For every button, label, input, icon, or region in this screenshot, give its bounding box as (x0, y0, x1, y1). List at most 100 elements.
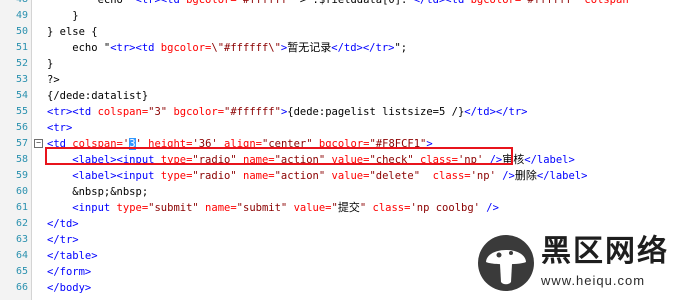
code-token: \"#ffffff\" (211, 42, 281, 54)
code-token: bgcolor= (160, 42, 212, 54)
code-line[interactable]: 48 echo '<tr><td bgcolor="#ffffff" >'.$f… (0, 0, 693, 8)
code-text: </td> (47, 216, 79, 232)
highlight-annotation-box (45, 147, 513, 165)
code-token: 删除 (514, 169, 537, 182)
code-text: </tr> (47, 232, 79, 248)
code-token: bgcolor= (470, 0, 522, 6)
code-token: } else { (47, 26, 98, 38)
code-token: <label><input (47, 170, 161, 182)
code-token: 提交 (337, 201, 360, 214)
line-number: 66 (15, 282, 28, 293)
code-line[interactable]: 60 &nbsp;&nbsp; (0, 184, 693, 200)
code-line[interactable]: 52} (0, 56, 693, 72)
code-text: } (47, 8, 79, 24)
code-text: </form> (47, 264, 91, 280)
line-number: 60 (15, 186, 28, 197)
line-number: 57 (15, 138, 28, 149)
code-token: echo " (47, 42, 111, 54)
line-number: 53 (15, 74, 28, 85)
code-token: type= (160, 170, 193, 182)
code-token: name= (236, 170, 275, 182)
code-token: } (47, 10, 79, 22)
line-number: 55 (15, 106, 28, 117)
code-line[interactable]: 50} else { (0, 24, 693, 40)
code-token: </form> (47, 266, 92, 278)
code-token: </td> (47, 218, 79, 230)
line-number: 56 (15, 122, 28, 133)
code-token: "#ffffff" (521, 0, 579, 6)
mushroom-logo-icon (478, 235, 534, 291)
code-token: "#ffffff" (236, 0, 294, 6)
code-line[interactable]: 59 <label><input type="radio" name="acti… (0, 168, 693, 184)
code-token: colspan (578, 0, 629, 6)
code-token: "; (394, 42, 408, 54)
code-token: </body> (47, 282, 92, 294)
code-line[interactable]: 55 <tr><td colspan="3" bgcolor="#ffffff">… (0, 104, 693, 120)
code-token: </table> (47, 250, 98, 262)
code-token: class= (420, 170, 471, 182)
code-token: "radio" (192, 170, 237, 182)
code-token: 'np coolbg' (410, 202, 480, 214)
code-token: "submit" (148, 202, 199, 214)
code-text: echo "<tr><td bgcolor=\"#ffffff\">暂无记录</… (47, 40, 407, 56)
code-text: ?> (47, 72, 60, 88)
watermark-title: 黑区网络 (541, 234, 669, 269)
line-number: 62 (15, 218, 28, 229)
code-line[interactable]: 53 ?> (0, 72, 693, 88)
line-number: 58 (15, 154, 28, 165)
line-number: 52 (15, 58, 28, 69)
line-number: 48 (0, 0, 28, 8)
code-token: /> (479, 202, 499, 214)
code-token: value= (287, 202, 332, 214)
code-line[interactable]: 49 } (0, 8, 693, 24)
code-token: >'.$fielddata[0].' (293, 0, 414, 6)
line-number: 64 (15, 250, 28, 261)
code-text: } else { (47, 24, 98, 40)
line-number: 51 (15, 42, 28, 53)
line-number: 65 (15, 266, 28, 277)
line-number: 59 (15, 170, 28, 181)
code-token: &nbsp;&nbsp; (47, 186, 149, 198)
line-number: 49 (15, 10, 28, 21)
code-token: </tr> (47, 234, 79, 246)
code-line[interactable]: 56 <tr> (0, 120, 693, 136)
code-token: /> (495, 170, 515, 182)
code-token: "submit" (236, 202, 288, 214)
line-number: 63 (15, 234, 28, 245)
code-text: </table> (47, 248, 98, 264)
code-text: } (47, 56, 53, 72)
code-token: </td></tr> (464, 106, 528, 118)
site-watermark: 黑区网络 www.heiqu.com (477, 232, 687, 296)
code-token: type= (116, 202, 149, 214)
code-token: 'np' (470, 170, 496, 182)
code-token: </label> (536, 170, 588, 182)
code-text: </body> (47, 280, 91, 296)
line-number: 61 (15, 202, 28, 213)
code-line[interactable]: 54 {/dede:datalist} (0, 88, 693, 104)
code-token: value= (325, 170, 370, 182)
code-text: {/dede:datalist} (47, 88, 148, 104)
code-token: 暂无记录 (287, 41, 332, 54)
code-token: "#ffffff" (224, 106, 281, 118)
code-token: ?> (47, 74, 60, 86)
code-token: colspan= (97, 106, 149, 118)
code-text: <tr> (47, 120, 72, 136)
code-line[interactable]: 51 echo "<tr><td bgcolor=\"#ffffff\">暂无记… (0, 40, 693, 56)
code-token: echo ' (47, 0, 136, 6)
code-line[interactable]: 62 </td> (0, 216, 693, 232)
code-token: "3" (148, 106, 168, 118)
code-token: "delete" (369, 170, 421, 182)
code-token: <input (47, 202, 117, 214)
code-text: <tr><td colspan="3" bgcolor="#ffffff">{d… (47, 104, 528, 120)
code-text: <input type="submit" name="submit" value… (47, 200, 499, 216)
code-token: bgcolor= (167, 106, 225, 118)
code-token: } (47, 58, 54, 70)
code-token: {dede:pagelist listsize=5 /} (287, 106, 465, 118)
code-text: echo '<tr><td bgcolor="#ffffff" >'.$fiel… (47, 0, 629, 8)
line-number: 54 (15, 90, 28, 101)
fold-toggle-icon[interactable] (34, 139, 43, 148)
code-line[interactable]: 61 <input type="submit" name="submit" va… (0, 200, 693, 216)
code-token: <tr> (47, 122, 73, 134)
code-token: </label> (524, 154, 575, 166)
code-token: <tr><td (135, 0, 187, 6)
